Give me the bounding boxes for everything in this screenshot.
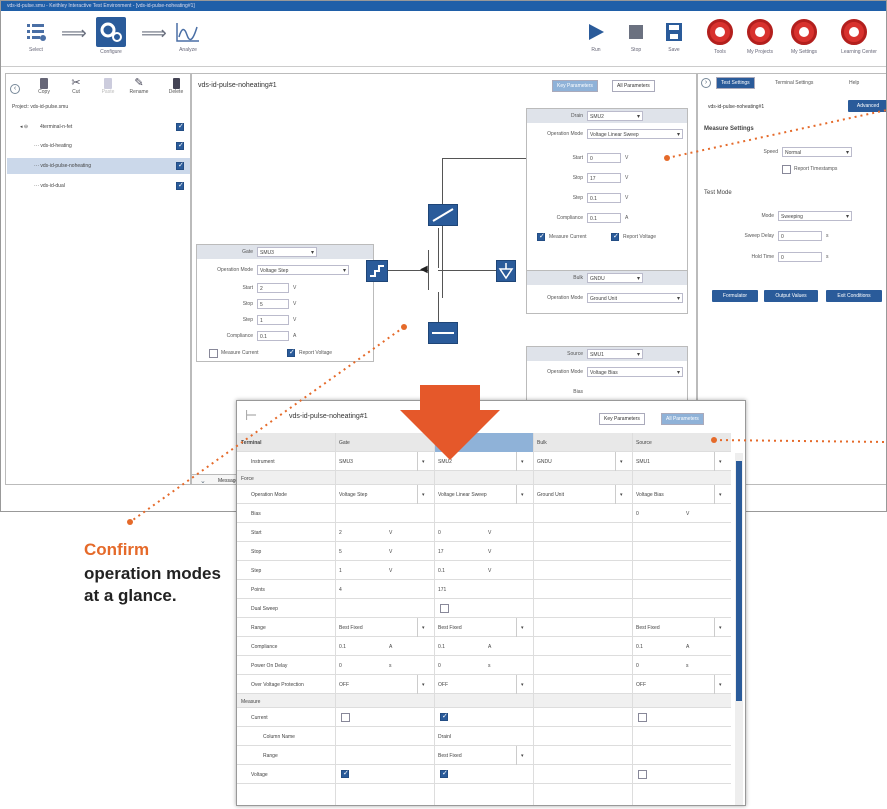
caption-title: Confirm: [84, 540, 150, 559]
callout-line: [713, 439, 887, 443]
caption-line: operation modes: [84, 564, 221, 583]
callout-line: [666, 109, 887, 159]
down-arrow-icon: [400, 385, 500, 460]
callout-dot: [401, 324, 407, 330]
callout-line: [129, 326, 405, 523]
callout-lines: [129, 109, 887, 523]
callout-dot: [127, 519, 133, 525]
callout-dot: [664, 155, 670, 161]
caption-line: at a glance.: [84, 586, 177, 605]
callout-dot: [711, 437, 717, 443]
